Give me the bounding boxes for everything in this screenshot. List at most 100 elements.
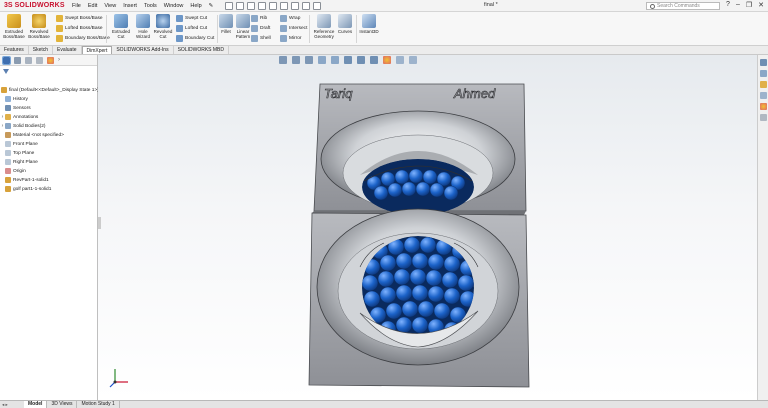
curves-button[interactable]: Curves	[336, 14, 354, 34]
menu-view[interactable]: View	[104, 3, 116, 9]
tab-dimxpert[interactable]: DimXpert	[81, 46, 113, 54]
filter-icon[interactable]	[3, 68, 9, 74]
menu-edit[interactable]: Edit	[88, 3, 97, 9]
linear-pattern-button[interactable]: Linear Pattern	[234, 14, 252, 39]
tree-item-sensors[interactable]: Sensors	[0, 104, 31, 112]
apply-scene-icon[interactable]	[396, 56, 404, 64]
previous-view-icon[interactable]	[305, 56, 313, 64]
boundary-cut-button[interactable]: Boundary Cut	[176, 35, 214, 42]
dynamic-annotation-icon[interactable]	[331, 56, 339, 64]
dimxpert-manager-tab-icon[interactable]	[36, 56, 43, 64]
restore-button[interactable]: ❐	[746, 1, 752, 9]
custom-properties-icon[interactable]	[759, 114, 767, 121]
graphics-area[interactable]: Tariq Ahmed	[98, 55, 757, 400]
shell-button[interactable]: Shell	[251, 35, 271, 42]
design-library-icon[interactable]	[759, 70, 767, 77]
extruded-boss-button[interactable]: Extruded Boss/Base	[3, 14, 25, 39]
tab-sketch[interactable]: Sketch	[29, 46, 54, 54]
menu-window[interactable]: Window	[164, 3, 184, 9]
window-controls: ? – ❐ ✕	[726, 1, 764, 9]
tree-item-right-plane[interactable]: Right Plane	[0, 158, 38, 166]
view-palette-icon[interactable]	[759, 92, 767, 99]
tab-scroll-arrows-icon[interactable]: ◂ ▸	[0, 402, 24, 408]
swept-boss-button[interactable]: Swept Boss/Base	[56, 15, 103, 22]
solidworks-logo[interactable]: 3S SOLIDWORKS	[0, 2, 65, 9]
panel-expand-arrow-icon[interactable]: ›	[58, 57, 60, 63]
menu-file[interactable]: File	[72, 3, 81, 9]
save-icon[interactable]	[247, 1, 256, 10]
display-manager-tab-icon[interactable]	[47, 56, 54, 64]
menu-help[interactable]: Help	[190, 3, 201, 9]
hole-wizard-button[interactable]: Hole Wizard	[132, 14, 154, 39]
open-icon[interactable]	[236, 1, 245, 10]
revolved-boss-icon	[32, 14, 46, 28]
tree-item-origin[interactable]: Origin	[0, 167, 26, 175]
shell-icon	[251, 35, 258, 42]
rib-button[interactable]: Rib	[251, 15, 267, 22]
tab-model[interactable]: Model	[24, 401, 48, 408]
fillet-button[interactable]: Fillet	[218, 14, 234, 34]
file-properties-icon[interactable]	[302, 1, 311, 10]
options-icon[interactable]	[313, 1, 322, 10]
tree-item-solid-bodies[interactable]: › Solid Bodies(2)	[0, 122, 46, 130]
tree-item-top-plane[interactable]: Top Plane	[0, 149, 34, 157]
select-icon[interactable]	[280, 1, 289, 10]
lofted-boss-button[interactable]: Lofted Boss/Base	[56, 25, 103, 32]
tree-item-front-plane[interactable]: Front Plane	[0, 140, 38, 148]
plane-icon	[5, 150, 11, 156]
tree-item-material[interactable]: Material <not specified>	[0, 131, 64, 139]
print-icon[interactable]	[258, 1, 267, 10]
3d-model-viewport[interactable]: Tariq Ahmed	[98, 55, 757, 400]
rebuild-icon[interactable]	[291, 1, 300, 10]
property-manager-tab-icon[interactable]	[14, 56, 21, 64]
tab-solidworks-add-ins[interactable]: SOLIDWORKS Add-Ins	[112, 46, 174, 54]
view-settings-icon[interactable]	[409, 56, 417, 64]
menu-insert[interactable]: Insert	[123, 3, 137, 9]
appearances-icon[interactable]	[759, 103, 767, 110]
tree-item-history[interactable]: History	[0, 95, 28, 103]
tree-item-revpart[interactable]: RevPart-1-solid1	[0, 176, 49, 184]
edit-appearance-icon[interactable]	[383, 56, 391, 64]
zoom-to-area-icon[interactable]	[292, 56, 300, 64]
intersect-button[interactable]: Intersect	[280, 25, 307, 32]
tab-3d-views[interactable]: 3D Views	[47, 401, 78, 408]
undo-icon[interactable]	[269, 1, 278, 10]
extruded-cut-button[interactable]: Extruded Cut	[110, 14, 132, 39]
view-orientation-icon[interactable]	[344, 56, 352, 64]
help-icon[interactable]: ?	[726, 1, 730, 9]
revolved-boss-button[interactable]: Revolved Boss/Base	[28, 14, 50, 39]
zoom-to-fit-icon[interactable]	[279, 56, 287, 64]
hide-show-items-icon[interactable]	[370, 56, 378, 64]
tree-item-annotations[interactable]: › Annotations	[0, 113, 38, 121]
tab-features[interactable]: Features	[0, 46, 29, 54]
swept-cut-button[interactable]: Swept Cut	[176, 15, 207, 22]
revolved-cut-button[interactable]: Revolved Cut	[152, 14, 174, 39]
reference-geometry-button[interactable]: Reference Geometry	[312, 14, 336, 39]
wrap-button[interactable]: Wrap	[280, 15, 300, 22]
close-button[interactable]: ✕	[758, 1, 764, 9]
instant3d-button[interactable]: Instant3D	[358, 14, 380, 34]
new-document-icon[interactable]	[225, 1, 234, 10]
configuration-manager-tab-icon[interactable]	[25, 56, 32, 64]
tab-evaluate[interactable]: Evaluate	[53, 46, 82, 54]
solid-bodies-icon	[5, 123, 11, 129]
lofted-cut-button[interactable]: Lofted Cut	[176, 25, 207, 32]
file-explorer-icon[interactable]	[759, 81, 767, 88]
menu-tools[interactable]: Tools	[144, 3, 157, 9]
hole-wizard-icon	[136, 14, 150, 28]
mirror-button[interactable]: Mirror	[280, 35, 302, 42]
tree-item-golf-part[interactable]: golf part1-1-solid1	[0, 185, 51, 193]
pin-icon[interactable]: ✎	[209, 3, 214, 9]
draft-button[interactable]: Draft	[251, 25, 270, 32]
display-style-icon[interactable]	[357, 56, 365, 64]
panel-collapse-handle[interactable]	[98, 217, 101, 229]
minimize-button[interactable]: –	[736, 1, 740, 9]
boundary-boss-button[interactable]: Boundary Boss/Base	[56, 35, 110, 42]
search-commands-input[interactable]: Search Commands	[646, 2, 720, 10]
solidworks-resources-icon[interactable]	[759, 59, 767, 66]
section-view-icon[interactable]	[318, 56, 326, 64]
tab-solidworks-mbd[interactable]: SOLIDWORKS MBD	[174, 46, 229, 54]
tree-root[interactable]: final (Default<<Default>_Display State 1…	[1, 86, 99, 94]
tab-motion-study[interactable]: Motion Study 1	[77, 401, 120, 408]
feature-manager-tab-icon[interactable]	[2, 55, 11, 65]
